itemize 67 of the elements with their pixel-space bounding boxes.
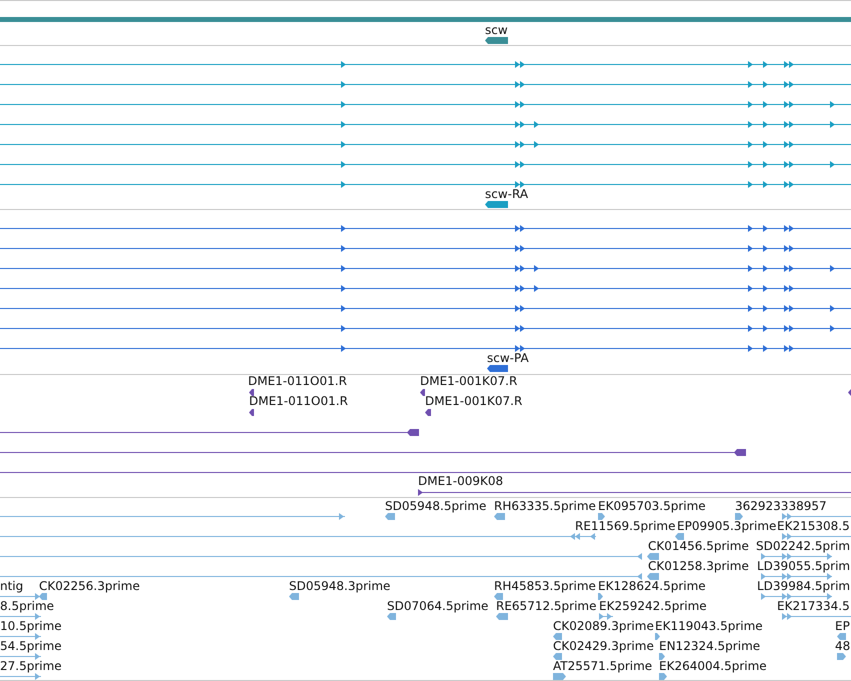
feature-line[interactable]	[0, 469, 851, 476]
transcript-line[interactable]	[0, 141, 851, 148]
feature-label: 8.5prime	[0, 599, 54, 613]
feature-label: EK217334.5	[777, 599, 850, 613]
feature-label: DME1-001K07.R	[420, 375, 518, 388]
feature-label: scw-RA	[485, 187, 528, 201]
feature-label: EK259242.5prime	[599, 599, 707, 613]
feature-label: EK215308.5	[777, 519, 850, 533]
feature-label: LD39984.5prim	[757, 579, 850, 593]
feature-label: EK128624.5prime	[598, 579, 706, 593]
feature-arrow-icon[interactable]	[848, 389, 851, 396]
feature-label: 362923338957	[735, 499, 827, 513]
feature-label: SD05948.5prime	[385, 499, 486, 513]
transcript-line[interactable]	[0, 121, 851, 128]
transcript-line[interactable]	[0, 101, 851, 108]
feature-label: EK095703.5prime	[598, 499, 706, 513]
feature-arrow-icon[interactable]	[249, 389, 254, 396]
feature-label: DME1-009K08	[418, 474, 504, 488]
transcript-line[interactable]	[0, 81, 851, 88]
feature-label: 10.5prime	[0, 619, 62, 633]
feature-arrow-icon[interactable]	[249, 409, 254, 416]
transcript-line[interactable]	[0, 285, 851, 292]
feature-label: EK119043.5prime	[655, 619, 763, 633]
feature-label: EN12324.5prime	[659, 639, 760, 653]
feature-label: ntig	[0, 579, 24, 593]
feature-arrow-icon[interactable]	[425, 409, 431, 416]
feature-label: SD05948.3prime	[289, 579, 390, 593]
feature-label: AT25571.5prime	[553, 659, 652, 673]
feature-label: LD39055.5prim	[757, 559, 850, 573]
feature-label: SD02242.5prim	[756, 539, 850, 553]
transcript-line[interactable]	[0, 325, 851, 332]
feature-label: DME1-011O01.R	[248, 375, 347, 388]
feature-label: EK264004.5prime	[659, 659, 767, 673]
feature-label: scw	[485, 23, 508, 37]
feature-label: 54.5prime	[0, 639, 62, 653]
feature-arrow-icon[interactable]	[485, 201, 508, 208]
feature-label: SD07064.5prime	[387, 599, 488, 613]
transcript-line[interactable]	[0, 181, 851, 188]
transcript-line[interactable]	[0, 225, 851, 232]
transcript-line[interactable]	[0, 265, 851, 272]
feature-label: RH45853.5prime	[494, 579, 596, 593]
transcript-line[interactable]	[0, 245, 851, 252]
feature-line[interactable]	[0, 449, 746, 456]
feature-label: CK02089.3prime	[553, 619, 654, 633]
transcript-line[interactable]	[0, 345, 851, 352]
feature-label: RH63335.5prime	[494, 499, 596, 513]
transcript-line[interactable]	[0, 61, 851, 68]
feature-arrow-icon[interactable]	[487, 365, 508, 372]
feature-arrow-icon[interactable]	[485, 37, 508, 44]
feature-line[interactable]	[0, 429, 419, 436]
transcript-line[interactable]	[0, 161, 851, 168]
feature-label: RE11569.5prime	[575, 519, 676, 533]
feature-label: RE65712.5prime	[496, 599, 596, 613]
feature-label: 27.5prime	[0, 659, 62, 673]
feature-label: DME1-011O01.R	[249, 394, 348, 408]
feature-label: EP09905.3prime	[677, 519, 776, 533]
feature-label: CK01258.3prime	[648, 559, 749, 573]
feature-label: scw-PA	[487, 351, 529, 365]
feature-label: EP	[835, 619, 850, 633]
feature-label: CK02256.3prime	[39, 579, 140, 593]
feature-arrow-icon[interactable]	[420, 389, 425, 396]
transcript-line[interactable]	[0, 305, 851, 312]
feature-line[interactable]	[418, 489, 851, 496]
feature-label: 48	[835, 639, 850, 653]
feature-label: CK01456.5prime	[648, 539, 749, 553]
feature-label: CK02429.3prime	[553, 639, 654, 653]
feature-label: DME1-001K07.R	[425, 394, 522, 408]
